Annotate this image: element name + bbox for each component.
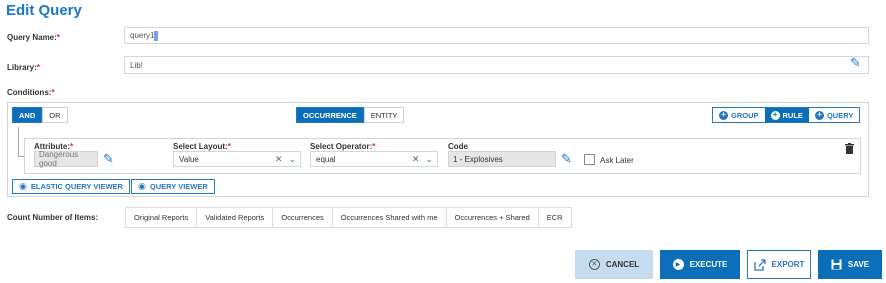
layout-select[interactable]: Value ✕ ⌄ bbox=[173, 151, 301, 167]
code-edit-button[interactable]: ✎ bbox=[561, 152, 572, 165]
add-query-button[interactable]: + QUERY bbox=[809, 108, 859, 122]
pencil-icon: ✎ bbox=[103, 151, 114, 166]
trash-icon bbox=[845, 143, 854, 154]
chevron-down-icon[interactable]: ⌄ bbox=[288, 154, 296, 165]
play-icon: ▶ bbox=[672, 259, 684, 270]
count-tab[interactable]: Occurrences Shared with me bbox=[333, 208, 447, 227]
occurrence-toggle[interactable]: OCCURRENCE bbox=[296, 107, 364, 123]
attribute-field: Dangerous good bbox=[34, 150, 98, 168]
eye-icon: ◉ bbox=[138, 181, 146, 191]
floppy-disk-icon bbox=[831, 259, 842, 270]
library-input[interactable]: Lib! bbox=[124, 56, 869, 74]
chevron-down-icon[interactable]: ⌄ bbox=[425, 154, 433, 165]
conditions-label: Conditions:* bbox=[7, 88, 55, 97]
count-tabs: Original Reports Validated Reports Occur… bbox=[125, 207, 572, 228]
clear-icon[interactable]: ✕ bbox=[275, 154, 283, 165]
add-rule-button[interactable]: + RULE bbox=[764, 108, 809, 122]
code-field: 1 - Explosives bbox=[448, 151, 556, 167]
query-viewer-button[interactable]: ◉ QUERY VIEWER bbox=[131, 179, 215, 194]
count-tab[interactable]: Occurrences + Shared bbox=[447, 208, 539, 227]
ask-later-label: Ask Later bbox=[600, 156, 634, 165]
logic-toggle: AND OR bbox=[12, 107, 68, 123]
count-tab[interactable]: ECR bbox=[539, 208, 571, 227]
code-label: Code bbox=[448, 142, 468, 151]
text-cursor bbox=[154, 30, 159, 41]
count-tab[interactable]: Occurrences bbox=[273, 208, 333, 227]
count-tab[interactable]: Validated Reports bbox=[197, 208, 274, 227]
layout-label: Select Layout:* bbox=[173, 142, 231, 151]
export-button[interactable]: EXPORT bbox=[747, 250, 811, 279]
or-toggle[interactable]: OR bbox=[42, 107, 68, 123]
add-group-button[interactable]: + GROUP bbox=[713, 108, 765, 122]
plus-circle-icon: + bbox=[770, 110, 780, 120]
operator-select[interactable]: equal ✕ ⌄ bbox=[310, 151, 438, 167]
pencil-icon: ✎ bbox=[850, 55, 861, 70]
cancel-circle-icon: ✕ bbox=[588, 259, 600, 270]
entity-toggle[interactable]: ENTITY bbox=[363, 107, 405, 123]
count-items-label: Count Number of Items: bbox=[7, 213, 99, 222]
elastic-query-viewer-button[interactable]: ◉ ELASTIC QUERY VIEWER bbox=[12, 179, 130, 194]
operator-label: Select Operator:* bbox=[310, 142, 376, 151]
library-label: Library:* bbox=[7, 63, 40, 72]
ask-later-checkbox[interactable] bbox=[584, 154, 595, 165]
pencil-icon: ✎ bbox=[561, 151, 572, 166]
rule-row bbox=[24, 138, 861, 174]
delete-rule-button[interactable] bbox=[845, 143, 854, 156]
cancel-button[interactable]: ✕ CANCEL bbox=[575, 250, 653, 279]
attribute-edit-button[interactable]: ✎ bbox=[103, 152, 114, 165]
query-name-label: Query Name:* bbox=[7, 33, 60, 42]
and-toggle[interactable]: AND bbox=[12, 107, 43, 123]
library-edit-button[interactable]: ✎ bbox=[850, 56, 861, 69]
plus-circle-icon: + bbox=[814, 110, 824, 120]
eye-icon: ◉ bbox=[19, 181, 27, 191]
export-icon bbox=[753, 258, 766, 271]
clear-icon[interactable]: ✕ bbox=[412, 154, 420, 165]
page-title: Edit Query bbox=[6, 2, 82, 19]
execute-button[interactable]: ▶ EXECUTE bbox=[660, 250, 740, 279]
plus-circle-icon: + bbox=[719, 110, 728, 120]
save-button[interactable]: SAVE bbox=[818, 250, 882, 279]
scope-toggle: OCCURRENCE ENTITY bbox=[296, 107, 405, 123]
count-tab[interactable]: Original Reports bbox=[126, 208, 198, 227]
query-name-input[interactable]: query1 bbox=[124, 27, 869, 44]
add-condition-group: + GROUP + RULE + QUERY bbox=[712, 107, 861, 123]
